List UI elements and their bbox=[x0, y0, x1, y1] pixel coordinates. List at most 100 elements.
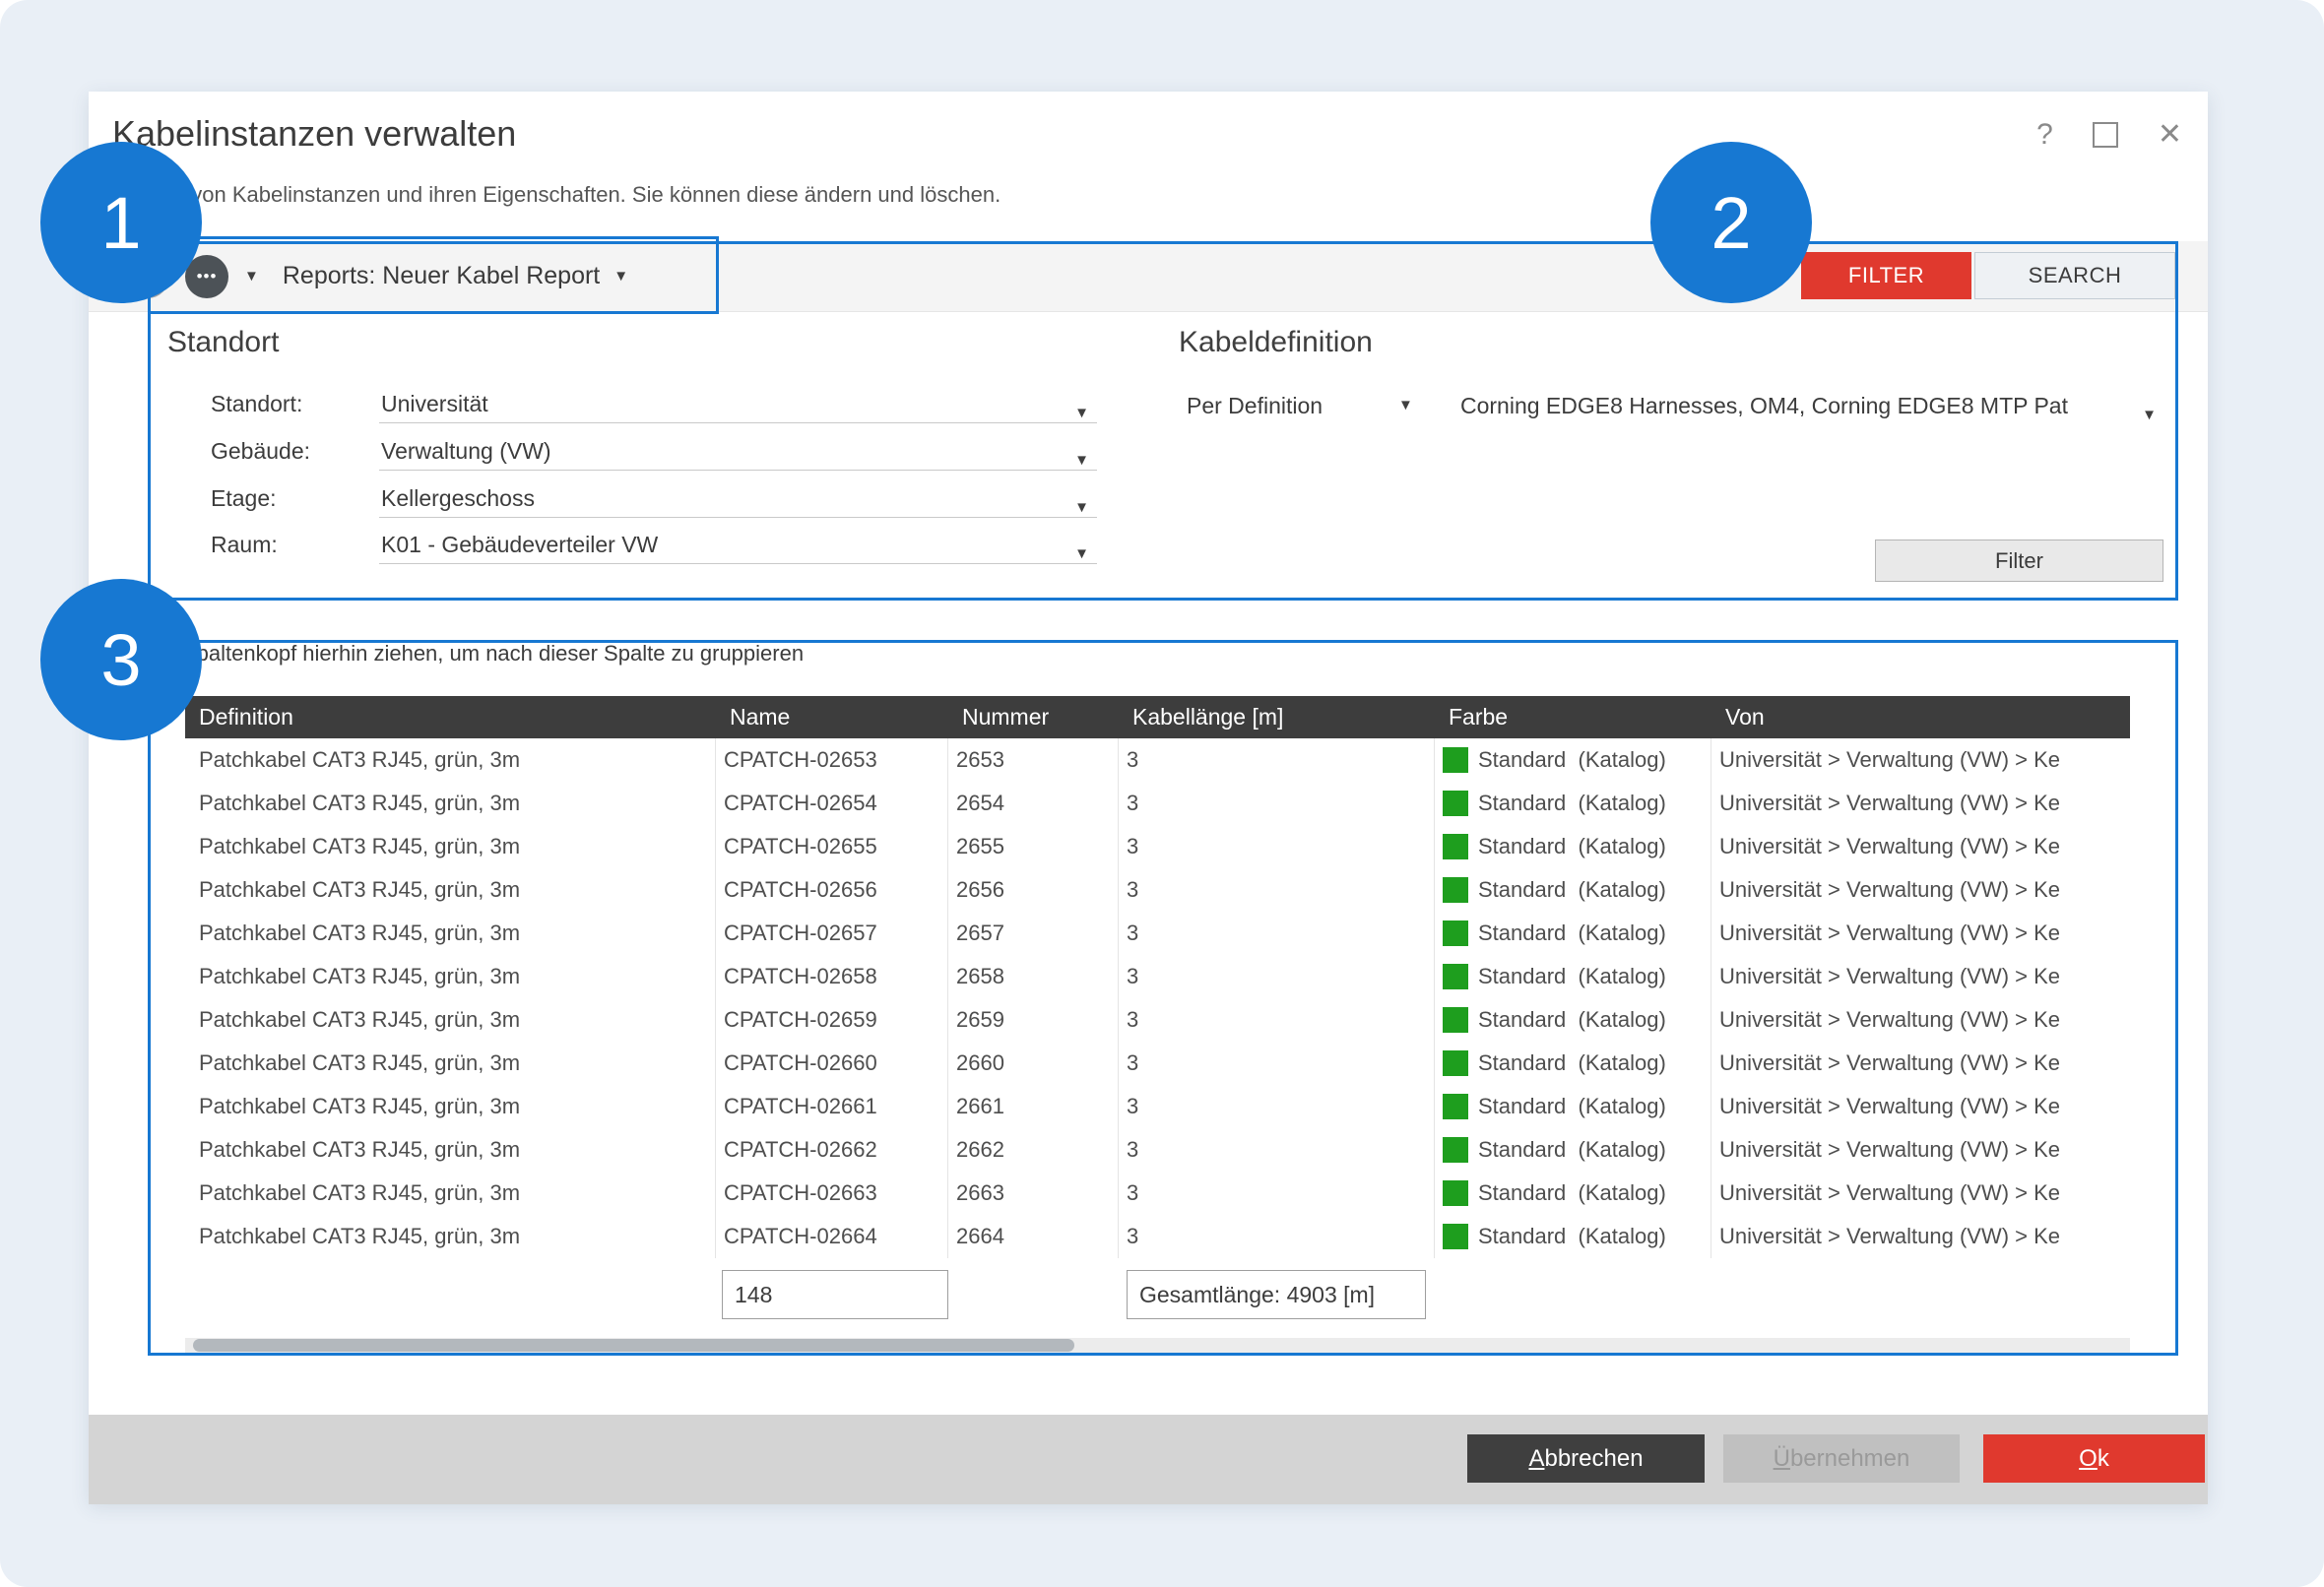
raum-dropdown[interactable]: K01 - Gebäudeverteiler VW▼ bbox=[379, 526, 1097, 564]
per-definition-dropdown[interactable]: Per Definition bbox=[1187, 387, 1323, 424]
cancel-button[interactable]: Abbrechen bbox=[1467, 1434, 1705, 1483]
help-icon[interactable]: ? bbox=[2036, 118, 2053, 152]
table-row[interactable]: Patchkabel CAT3 RJ45, grün, 3mCPATCH-026… bbox=[185, 825, 2130, 868]
color-swatch bbox=[1443, 1007, 1468, 1033]
filter-button[interactable]: Filter bbox=[1875, 540, 2163, 582]
scrollbar-thumb[interactable] bbox=[193, 1339, 1074, 1352]
color-label: Standard (Katalog) bbox=[1478, 912, 1666, 955]
cell-laenge: 3 bbox=[1119, 1215, 1435, 1258]
cell-farbe: Standard (Katalog) bbox=[1435, 998, 1711, 1042]
cell-farbe: Standard (Katalog) bbox=[1435, 868, 1711, 912]
table-row[interactable]: Patchkabel CAT3 RJ45, grün, 3mCPATCH-026… bbox=[185, 1128, 2130, 1172]
column-header-kabellaenge[interactable]: Kabellänge [m] bbox=[1119, 696, 1435, 738]
reports-dropdown[interactable]: Reports: Neuer Kabel Report ▼ bbox=[283, 262, 628, 290]
etage-dropdown[interactable]: Kellergeschoss▼ bbox=[379, 479, 1097, 518]
color-label: Standard (Katalog) bbox=[1478, 782, 1666, 825]
cell-von: Universität > Verwaltung (VW) > Ke bbox=[1711, 1042, 2130, 1085]
dialog-footer: Abbrechen Übernehmen Ok bbox=[89, 1415, 2208, 1504]
color-swatch bbox=[1443, 1224, 1468, 1249]
cell-farbe: Standard (Katalog) bbox=[1435, 825, 1711, 868]
chevron-down-icon[interactable]: ▼ bbox=[1398, 397, 1413, 413]
callout-2: 2 bbox=[1650, 142, 1812, 303]
column-header-name[interactable]: Name bbox=[716, 696, 948, 738]
gebaeude-dropdown[interactable]: Verwaltung (VW)▼ bbox=[379, 432, 1097, 471]
cell-von: Universität > Verwaltung (VW) > Ke bbox=[1711, 825, 2130, 868]
cell-nummer: 2655 bbox=[948, 825, 1119, 868]
cell-definition: Patchkabel CAT3 RJ45, grün, 3m bbox=[185, 1172, 716, 1215]
column-header-von[interactable]: Von bbox=[1711, 696, 2130, 738]
field-label: Raum: bbox=[211, 526, 379, 563]
chevron-down-icon: ▼ bbox=[1074, 395, 1089, 432]
standort-dropdown[interactable]: Universität▼ bbox=[379, 385, 1097, 423]
close-icon[interactable]: ✕ bbox=[2158, 117, 2182, 152]
cell-name: CPATCH-02659 bbox=[716, 998, 948, 1042]
cell-name: CPATCH-02661 bbox=[716, 1085, 948, 1128]
cell-nummer: 2657 bbox=[948, 912, 1119, 955]
table-row[interactable]: Patchkabel CAT3 RJ45, grün, 3mCPATCH-026… bbox=[185, 998, 2130, 1042]
cell-definition: Patchkabel CAT3 RJ45, grün, 3m bbox=[185, 1085, 716, 1128]
cell-farbe: Standard (Katalog) bbox=[1435, 782, 1711, 825]
table-row[interactable]: Patchkabel CAT3 RJ45, grün, 3mCPATCH-026… bbox=[185, 782, 2130, 825]
maximize-icon[interactable] bbox=[2093, 122, 2118, 148]
definition-combo[interactable]: Corning EDGE8 Harnesses, OM4, Corning ED… bbox=[1460, 387, 2157, 426]
color-swatch bbox=[1443, 747, 1468, 773]
dialog-title: Kabelinstanzen verwalten bbox=[112, 113, 516, 155]
cell-von: Universität > Verwaltung (VW) > Ke bbox=[1711, 738, 2130, 782]
cell-nummer: 2662 bbox=[948, 1128, 1119, 1172]
table-row[interactable]: Patchkabel CAT3 RJ45, grün, 3mCPATCH-026… bbox=[185, 1042, 2130, 1085]
table-header: Definition Name Nummer Kabellänge [m] Fa… bbox=[185, 696, 2130, 738]
cell-von: Universität > Verwaltung (VW) > Ke bbox=[1711, 998, 2130, 1042]
cell-von: Universität > Verwaltung (VW) > Ke bbox=[1711, 955, 2130, 998]
color-swatch bbox=[1443, 1137, 1468, 1163]
chevron-down-icon: ▼ bbox=[1074, 442, 1089, 479]
color-label: Standard (Katalog) bbox=[1478, 1172, 1666, 1215]
field-label: Standort: bbox=[211, 385, 379, 422]
cell-name: CPATCH-02662 bbox=[716, 1128, 948, 1172]
ok-button[interactable]: Ok bbox=[1983, 1434, 2205, 1483]
table-row[interactable]: Patchkabel CAT3 RJ45, grün, 3mCPATCH-026… bbox=[185, 912, 2130, 955]
cell-nummer: 2654 bbox=[948, 782, 1119, 825]
cell-von: Universität > Verwaltung (VW) > Ke bbox=[1711, 1172, 2130, 1215]
cell-laenge: 3 bbox=[1119, 912, 1435, 955]
cell-farbe: Standard (Katalog) bbox=[1435, 912, 1711, 955]
dialog-subtitle: Ansicht von Kabelinstanzen und ihren Eig… bbox=[114, 182, 1001, 208]
table-row[interactable]: Patchkabel CAT3 RJ45, grün, 3mCPATCH-026… bbox=[185, 1085, 2130, 1128]
table-row[interactable]: Patchkabel CAT3 RJ45, grün, 3mCPATCH-026… bbox=[185, 955, 2130, 998]
cell-nummer: 2653 bbox=[948, 738, 1119, 782]
column-header-nummer[interactable]: Nummer bbox=[948, 696, 1119, 738]
raum-dropdown-value: K01 - Gebäudeverteiler VW bbox=[381, 532, 658, 557]
apply-button[interactable]: Übernehmen bbox=[1723, 1434, 1960, 1483]
table-row[interactable]: Patchkabel CAT3 RJ45, grün, 3mCPATCH-026… bbox=[185, 1172, 2130, 1215]
color-label: Standard (Katalog) bbox=[1478, 738, 1666, 782]
etage-dropdown-value: Kellergeschoss bbox=[381, 485, 535, 511]
color-swatch bbox=[1443, 1180, 1468, 1206]
column-header-definition[interactable]: Definition bbox=[185, 696, 716, 738]
tab-filter[interactable]: FILTER bbox=[1801, 252, 1971, 299]
cell-definition: Patchkabel CAT3 RJ45, grün, 3m bbox=[185, 998, 716, 1042]
cell-definition: Patchkabel CAT3 RJ45, grün, 3m bbox=[185, 955, 716, 998]
table-row[interactable]: Patchkabel CAT3 RJ45, grün, 3mCPATCH-026… bbox=[185, 868, 2130, 912]
ok-button-label: Ok bbox=[2079, 1445, 2109, 1473]
callout-3: 3 bbox=[40, 579, 202, 740]
cell-von: Universität > Verwaltung (VW) > Ke bbox=[1711, 1085, 2130, 1128]
kabeldefinition-row: Per Definition ▼ Corning EDGE8 Harnesses… bbox=[1187, 387, 2171, 426]
cell-laenge: 3 bbox=[1119, 1128, 1435, 1172]
cell-nummer: 2661 bbox=[948, 1085, 1119, 1128]
table-row[interactable]: Patchkabel CAT3 RJ45, grün, 3mCPATCH-026… bbox=[185, 738, 2130, 782]
column-header-farbe[interactable]: Farbe bbox=[1435, 696, 1711, 738]
cell-nummer: 2656 bbox=[948, 868, 1119, 912]
toolbar: ••• ▼ Reports: Neuer Kabel Report ▼ FILT… bbox=[89, 241, 2208, 312]
row-count-box: 148 bbox=[722, 1270, 948, 1319]
color-label: Standard (Katalog) bbox=[1478, 825, 1666, 868]
chevron-down-icon: ▼ bbox=[1074, 489, 1089, 527]
color-label: Standard (Katalog) bbox=[1478, 1128, 1666, 1172]
cell-farbe: Standard (Katalog) bbox=[1435, 1128, 1711, 1172]
table-body: Patchkabel CAT3 RJ45, grün, 3mCPATCH-026… bbox=[185, 738, 2130, 1258]
horizontal-scrollbar[interactable] bbox=[185, 1338, 2130, 1353]
table-row[interactable]: Patchkabel CAT3 RJ45, grün, 3mCPATCH-026… bbox=[185, 1215, 2130, 1258]
chevron-down-icon[interactable]: ▼ bbox=[244, 268, 259, 285]
cell-definition: Patchkabel CAT3 RJ45, grün, 3m bbox=[185, 1215, 716, 1258]
color-label: Standard (Katalog) bbox=[1478, 955, 1666, 998]
tab-search[interactable]: SEARCH bbox=[1974, 252, 2175, 299]
cell-laenge: 3 bbox=[1119, 1172, 1435, 1215]
